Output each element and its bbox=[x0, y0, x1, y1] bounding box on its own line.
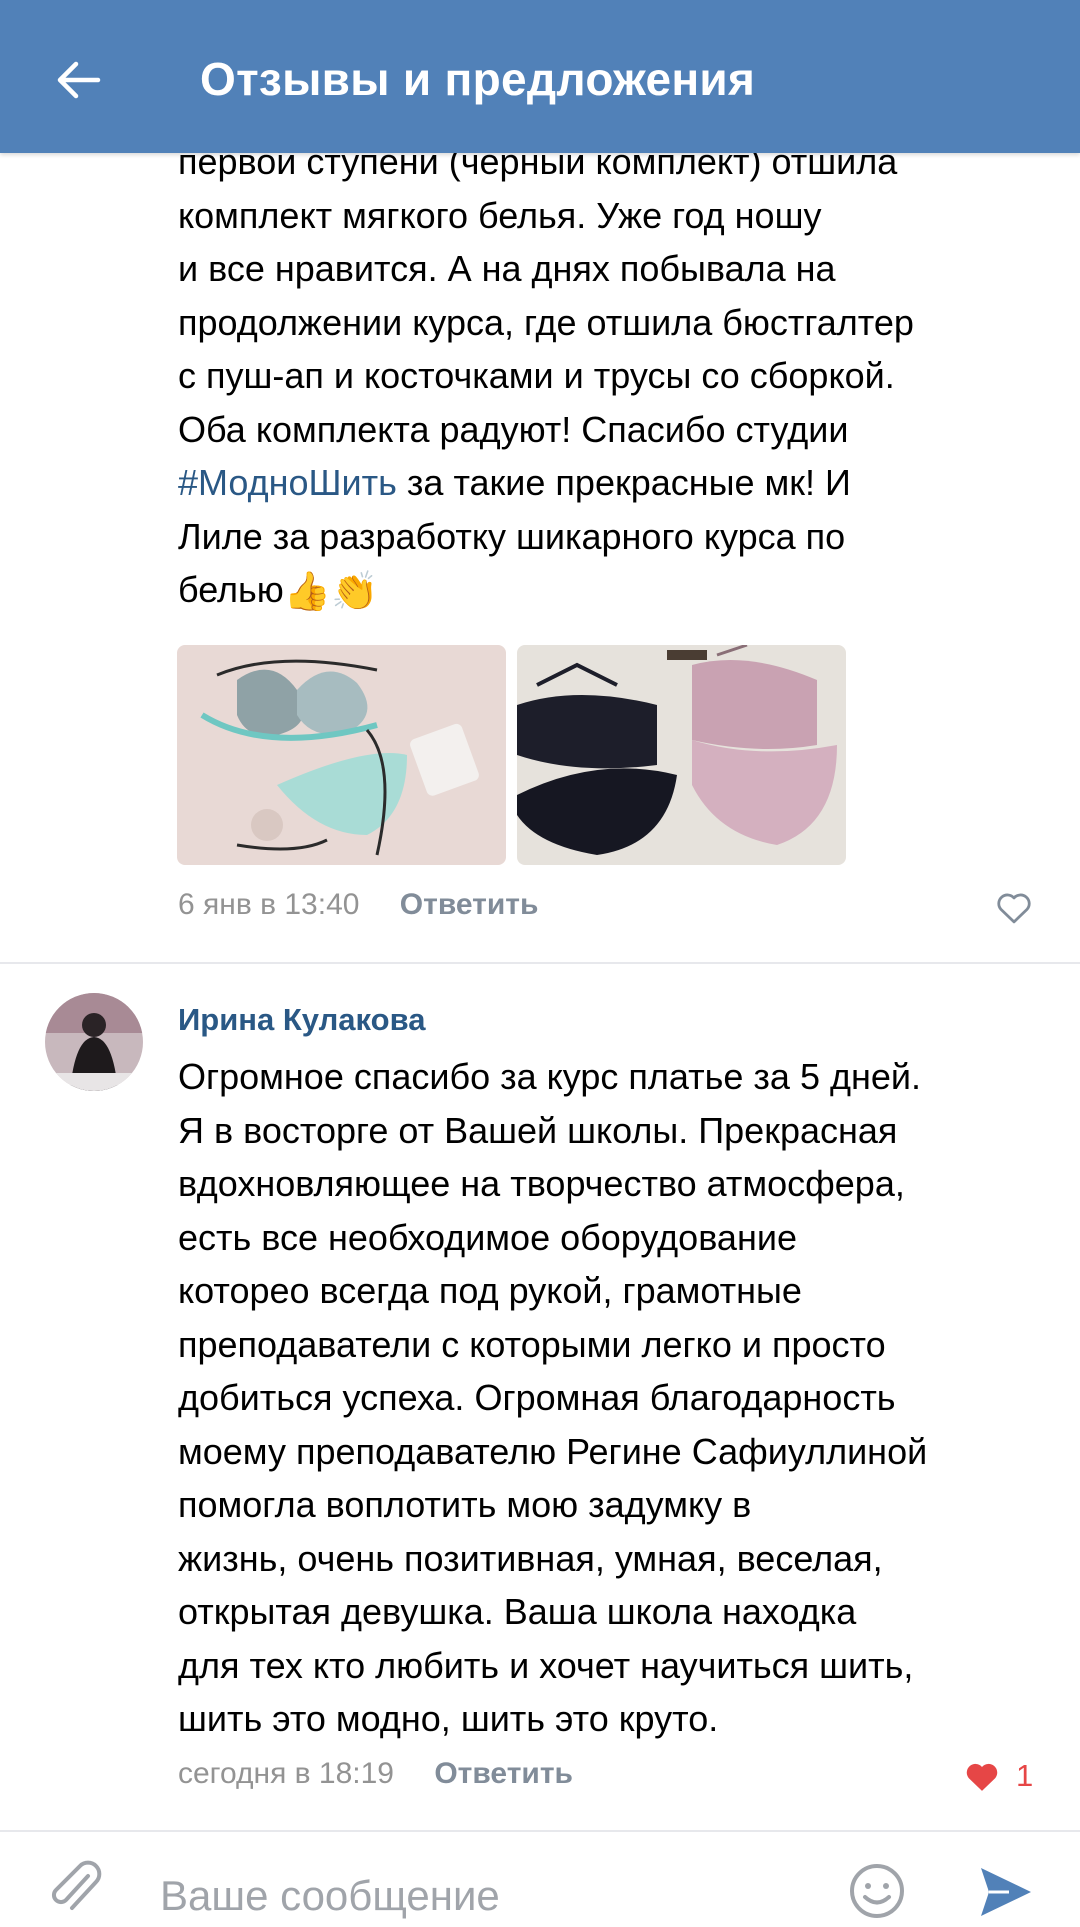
comment-date: сегодня в 18:19 bbox=[178, 1757, 394, 1790]
reply-button[interactable]: Ответить bbox=[400, 888, 539, 921]
avatar[interactable] bbox=[45, 993, 143, 1091]
comment-line: жизнь, очень позитивная, умная, веселая, bbox=[178, 1537, 883, 1579]
thumbs-up-icon: 👍 bbox=[283, 570, 332, 613]
paperclip-icon[interactable] bbox=[50, 1860, 102, 1921]
post-line-hashtag: #МодноШить за такие прекрасные мк! И bbox=[178, 462, 851, 503]
comment-author[interactable]: Ирина Кулакова bbox=[178, 1002, 425, 1038]
heart-outline-icon[interactable] bbox=[995, 891, 1033, 930]
comment-line: преподаватели с которыми легко и просто bbox=[178, 1323, 886, 1365]
divider bbox=[0, 962, 1080, 964]
black-and-pink-lingerie-photo[interactable] bbox=[517, 645, 846, 865]
message-composer: Ваше сообщение bbox=[0, 1830, 1080, 1922]
post-date: 6 янв в 13:40 bbox=[178, 888, 360, 921]
post-line-emoji: белью👍👏 bbox=[178, 563, 1058, 619]
post-line: продолжении курса, где отшила бюстгалтер bbox=[178, 301, 914, 343]
post-line: Лиле за разработку шикарного курса по bbox=[178, 515, 846, 557]
comment-line: добиться успеха. Огромная благодарность bbox=[178, 1377, 896, 1418]
comment-line: шить это модно, шить это круто. bbox=[178, 1698, 719, 1739]
comment-text: Огромное спасибо за курс платье за 5 дне… bbox=[178, 1050, 1058, 1746]
hashtag-link[interactable]: #МодноШить bbox=[178, 462, 397, 503]
comment-meta: сегодня в 18:19 Ответить bbox=[178, 1757, 573, 1791]
post-line: и все нравится. А на днях побывала на bbox=[178, 248, 836, 289]
comment-line: Я в восторге от Вашей школы. Прекрасная bbox=[178, 1109, 898, 1151]
clapping-hands-icon: 👏 bbox=[331, 570, 379, 613]
comment-line: Огромное спасибо за курс платье за 5 дне… bbox=[178, 1056, 921, 1097]
like-count: 1 bbox=[1016, 1758, 1034, 1793]
mint-lace-lingerie-photo[interactable] bbox=[177, 645, 506, 865]
comment-line: моему преподавателю Регине Сафиуллиной bbox=[178, 1430, 928, 1472]
page-title: Отзывы и предложения bbox=[200, 53, 756, 105]
comment-line: есть все необходимое оборудование bbox=[178, 1216, 797, 1258]
message-input[interactable]: Ваше сообщение bbox=[160, 1872, 500, 1920]
comment-line: помогла воплотить мою задумку в bbox=[178, 1484, 752, 1525]
comment-line: вдохновляющее на творчество атмосфера, bbox=[178, 1163, 905, 1204]
comment-line: открытая девушка. Ваша школа находка bbox=[178, 1591, 857, 1632]
comment-line: котореo всегда под рукой, грамотные bbox=[178, 1270, 802, 1311]
post-meta: 6 янв в 13:40 Ответить bbox=[178, 888, 538, 922]
reply-button[interactable]: Ответить bbox=[434, 1757, 573, 1790]
post-line: комплект мягкого белья. Уже год ношу bbox=[178, 194, 822, 236]
send-icon[interactable] bbox=[975, 1862, 1035, 1927]
post-line: Оба комплекта радуют! Спасибо студии bbox=[178, 408, 849, 450]
heart-filled-icon[interactable] bbox=[962, 1760, 1002, 1799]
app-header: Отзывы и предложения bbox=[0, 0, 1080, 153]
smiley-icon[interactable] bbox=[848, 1862, 906, 1925]
comment-line: для тех кто любить и хочет научиться шит… bbox=[178, 1644, 914, 1686]
post-line: с пуш-ап и косточками и трусы со сборкой… bbox=[178, 355, 895, 396]
post-text: первой ступени (черный комплект) отшила … bbox=[178, 135, 1058, 619]
arrow-left-icon[interactable] bbox=[48, 50, 108, 110]
